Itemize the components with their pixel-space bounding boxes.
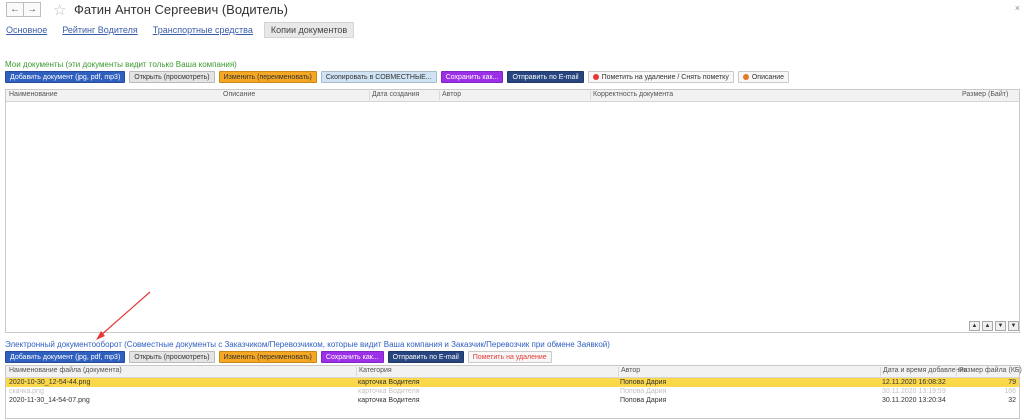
edo-rename-document-button[interactable]: Изменить (переименовать) bbox=[218, 351, 317, 363]
my-documents-table-header: Наименование Описание Дата создания Авто… bbox=[6, 90, 1019, 102]
tab-driver-rating[interactable]: Рейтинг Водителя bbox=[62, 25, 138, 35]
page-title: Фатин Антон Сергеевич (Водитель) bbox=[74, 2, 288, 17]
date-cell: 30.11.2020 13:20:34 bbox=[882, 397, 946, 404]
file-name-cell: 2020-10-30_12-54-44.png bbox=[9, 379, 91, 386]
size-cell: 79 bbox=[1008, 379, 1016, 386]
size-cell: 32 bbox=[1008, 397, 1016, 404]
edo-open-document-button[interactable]: Открыть (просмотреть) bbox=[129, 351, 215, 363]
table-row[interactable]: 2020-10-30_12-54-44.png карточка Водител… bbox=[6, 378, 1019, 387]
edo-mark-delete-button[interactable]: Пометить на удаление bbox=[467, 351, 552, 363]
tab-document-copies[interactable]: Копии документов bbox=[263, 22, 355, 38]
column-file-size[interactable]: Размер файла (КБ) bbox=[956, 367, 1022, 376]
category-cell: карточка Водителя bbox=[358, 388, 420, 395]
category-cell: карточка Водителя bbox=[358, 397, 420, 404]
tab-vehicles[interactable]: Транспортные средства bbox=[153, 25, 253, 35]
edo-save-as-button[interactable]: Сохранить как... bbox=[320, 351, 384, 363]
column-created[interactable]: Дата создания bbox=[369, 91, 419, 100]
arrow-right-icon: → bbox=[27, 4, 37, 15]
edo-table-header: Наименование файла (документа) Категория… bbox=[6, 366, 1022, 378]
mark-delete-label: Пометить на удаление / Снять пометку bbox=[601, 73, 729, 81]
description-label: Описание bbox=[751, 73, 785, 81]
column-correctness[interactable]: Корректность документа bbox=[590, 91, 673, 100]
save-as-button[interactable]: Сохранить как... bbox=[440, 71, 504, 83]
column-description[interactable]: Описание bbox=[223, 91, 255, 98]
delete-mark-icon bbox=[592, 74, 599, 80]
edo-caption: Электронный документооборот (Совместные … bbox=[5, 340, 610, 349]
edo-toolbar: Добавить документ (jpg, pdf, mp3) Открыт… bbox=[5, 351, 552, 363]
red-arrow-icon bbox=[96, 291, 151, 340]
column-author[interactable]: Автор bbox=[618, 367, 640, 376]
table-row[interactable]: скачка.png карточка Водителя Попова Дари… bbox=[6, 387, 1019, 396]
author-cell: Попова Дария bbox=[620, 388, 667, 395]
column-datetime[interactable]: Дата и время добавления bbox=[880, 367, 967, 376]
column-size[interactable]: Размер (Байт) bbox=[962, 91, 1008, 98]
scroll-bottom-button[interactable]: ▼ bbox=[1008, 321, 1019, 331]
file-name-cell: 2020-11-30_14-54-07.png bbox=[9, 397, 90, 404]
author-cell: Попова Дария bbox=[620, 379, 667, 386]
column-author[interactable]: Автор bbox=[439, 91, 461, 100]
open-document-button[interactable]: Открыть (просмотреть) bbox=[129, 71, 215, 83]
copy-to-shared-button[interactable]: Скопировать в СОВМЕСТНЫЕ... bbox=[320, 71, 437, 83]
arrow-left-icon: ← bbox=[10, 4, 20, 15]
edo-table[interactable]: Наименование файла (документа) Категория… bbox=[5, 365, 1022, 419]
size-cell: 166 bbox=[1004, 388, 1016, 395]
add-document-button[interactable]: Добавить документ (jpg, pdf, mp3) bbox=[5, 71, 126, 83]
date-cell: 12.11.2020 16:08:32 bbox=[882, 379, 946, 386]
description-icon bbox=[742, 74, 749, 80]
category-cell: карточка Водителя bbox=[358, 379, 420, 386]
column-file-name[interactable]: Наименование файла (документа) bbox=[9, 367, 122, 374]
back-button[interactable]: ← bbox=[6, 2, 24, 17]
edo-send-email-button[interactable]: Отправить по E-mail bbox=[387, 351, 464, 363]
my-documents-table[interactable]: Наименование Описание Дата создания Авто… bbox=[5, 89, 1020, 333]
column-category[interactable]: Категория bbox=[356, 367, 392, 376]
scroll-up-button[interactable]: ▲ bbox=[982, 321, 993, 331]
my-documents-toolbar: Добавить документ (jpg, pdf, mp3) Открыт… bbox=[5, 71, 790, 83]
favorite-star-icon[interactable]: ☆ bbox=[53, 1, 66, 19]
close-icon[interactable]: × bbox=[1015, 3, 1020, 13]
table-scroll-buttons: ▲ ▲ ▼ ▼ bbox=[969, 321, 1019, 331]
file-name-cell: скачка.png bbox=[9, 388, 44, 395]
description-button[interactable]: Описание bbox=[737, 71, 790, 83]
tab-main[interactable]: Основное bbox=[6, 25, 47, 35]
edo-add-document-button[interactable]: Добавить документ (jpg, pdf, mp3) bbox=[5, 351, 126, 363]
my-documents-caption: Мои документы (эти документы видит тольк… bbox=[5, 60, 237, 69]
author-cell: Попова Дария bbox=[620, 397, 667, 404]
table-row[interactable]: 2020-11-30_14-54-07.png карточка Водител… bbox=[6, 396, 1019, 405]
mark-delete-button[interactable]: Пометить на удаление / Снять пометку bbox=[587, 71, 734, 83]
scroll-top-button[interactable]: ▲ bbox=[969, 321, 980, 331]
tab-bar: Основное Рейтинг Водителя Транспортные с… bbox=[6, 22, 355, 38]
forward-button[interactable]: → bbox=[24, 2, 41, 17]
navigation-buttons: ← → bbox=[6, 2, 41, 17]
date-cell: 30.11.2020 13:19:59 bbox=[882, 388, 946, 395]
send-email-button[interactable]: Отправить по E-mail bbox=[507, 71, 584, 83]
column-name[interactable]: Наименование bbox=[9, 91, 58, 98]
scroll-down-button[interactable]: ▼ bbox=[995, 321, 1006, 331]
rename-document-button[interactable]: Изменить (переименовать) bbox=[218, 71, 317, 83]
